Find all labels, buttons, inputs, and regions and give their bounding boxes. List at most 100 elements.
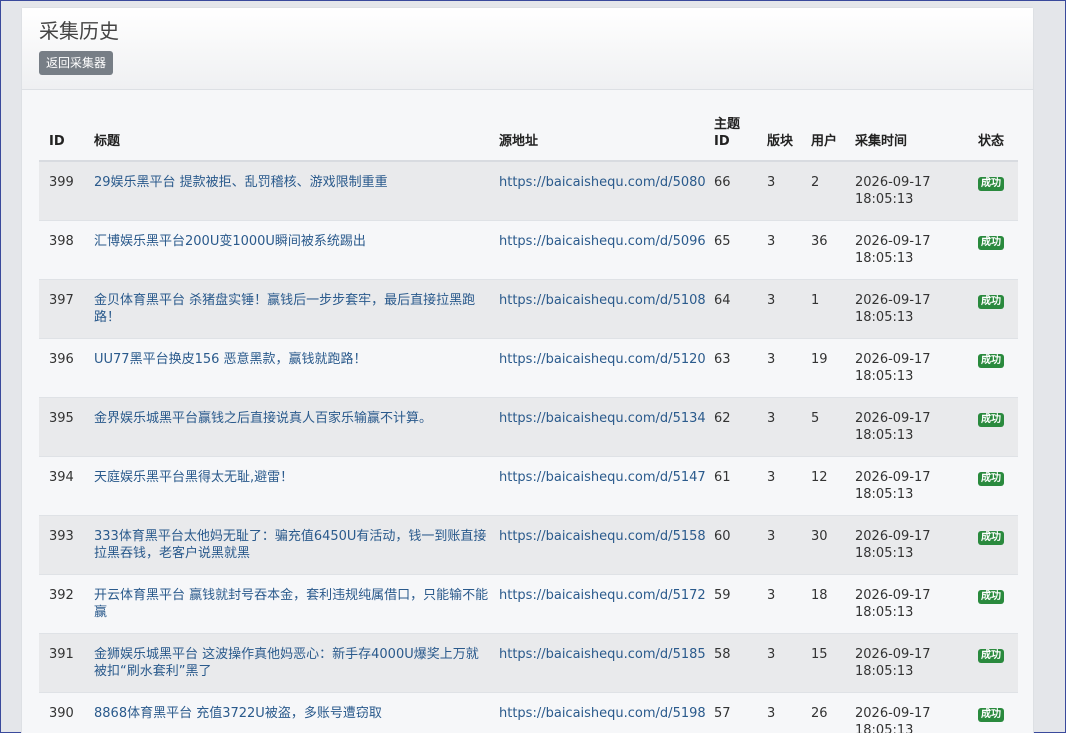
cell-user: 2 xyxy=(801,160,845,221)
cell-source-link[interactable]: https://baicaishequ.com/d/5134 xyxy=(499,411,706,426)
cell-board: 3 xyxy=(757,515,801,575)
cell-user: 1 xyxy=(801,279,845,339)
status-badge: 成功 xyxy=(978,236,1004,250)
status-badge: 成功 xyxy=(978,354,1004,368)
cell-status: 成功 xyxy=(968,160,1018,221)
cell-title-cell: 金贝体育黑平台 杀猪盘实锤！赢钱后一步步套牢，最后直接拉黑跑路！ xyxy=(84,279,489,339)
cell-source-cell: https://baicaishequ.com/d/5080 xyxy=(489,160,706,221)
table-header-row: ID 标题 源地址 主题 ID 版块 用户 采集时间 状态 xyxy=(39,116,1018,162)
cell-title-link[interactable]: 29娱乐黑平台 提款被拒、乱罚稽核、游戏限制重重 xyxy=(94,175,388,190)
cell-title-cell: 8868体育黑平台 充值3722U被盗，多账号遭窃取 xyxy=(84,692,489,733)
cell-source-cell: https://baicaishequ.com/d/5198 xyxy=(489,692,706,733)
cell-time: 2026-09-17 18:05:13 xyxy=(845,160,968,221)
back-to-collector-button[interactable]: 返回采集器 xyxy=(39,51,114,75)
cell-source-link[interactable]: https://baicaishequ.com/d/5120 xyxy=(499,352,706,367)
cell-time: 2026-09-17 18:05:13 xyxy=(845,574,968,634)
cell-title-link[interactable]: 8868体育黑平台 充值3722U被盗，多账号遭窃取 xyxy=(94,706,382,721)
cell-board: 3 xyxy=(757,220,801,280)
cell-status: 成功 xyxy=(968,338,1018,398)
cell-title-link[interactable]: 333体育黑平台太他妈无耻了：骗充值6450U有活动，钱一到账直接拉黑吞钱，老客… xyxy=(94,529,486,561)
cell-title-cell: 天庭娱乐黑平台黑得太无耻,避雷！ xyxy=(84,456,489,516)
history-table: ID 标题 源地址 主题 ID 版块 用户 采集时间 状态 399 29娱乐黑平台… xyxy=(39,116,1018,733)
window-frame: 采集历史 返回采集器 ID 标题 源地址 主题 ID 版块 用户 采集时间 状态… xyxy=(0,0,1066,733)
cell-board: 3 xyxy=(757,338,801,398)
table-row: 392 开云体育黑平台 赢钱就封号吞本金，套利违规纯属借口，只能输不能赢 https… xyxy=(39,574,1018,634)
cell-title-link[interactable]: 汇博娱乐黑平台200U变1000U瞬间被系统踢出 xyxy=(94,234,366,249)
cell-id: 395 xyxy=(39,397,84,457)
cell-source-link[interactable]: https://baicaishequ.com/d/5147 xyxy=(499,470,706,485)
cell-title-link[interactable]: UU77黑平台换皮156 恶意黑款，赢钱就跑路！ xyxy=(94,352,367,367)
cell-title-cell: 金狮娱乐城黑平台 这波操作真他妈恶心：新手存4000U爆奖上万就被扣“刷水套利”… xyxy=(84,633,489,693)
cell-source-cell: https://baicaishequ.com/d/5172 xyxy=(489,574,706,634)
cell-topic-id: 61 xyxy=(704,456,757,516)
cell-source-link[interactable]: https://baicaishequ.com/d/5108 xyxy=(499,293,706,308)
cell-board: 3 xyxy=(757,160,801,221)
cell-title-link[interactable]: 金界娱乐城黑平台赢钱之后直接说真人百家乐输赢不计算。 xyxy=(94,411,432,426)
cell-title-cell: 开云体育黑平台 赢钱就封号吞本金，套利违规纯属借口，只能输不能赢 xyxy=(84,574,489,634)
cell-source-cell: https://baicaishequ.com/d/5134 xyxy=(489,397,706,457)
cell-status: 成功 xyxy=(968,279,1018,339)
cell-source-cell: https://baicaishequ.com/d/5108 xyxy=(489,279,706,339)
cell-status: 成功 xyxy=(968,692,1018,733)
cell-id: 392 xyxy=(39,574,84,634)
header-title[interactable]: 标题 xyxy=(84,116,489,162)
cell-user: 5 xyxy=(801,397,845,457)
status-badge: 成功 xyxy=(978,708,1004,722)
cell-title-cell: UU77黑平台换皮156 恶意黑款，赢钱就跑路！ xyxy=(84,338,489,398)
cell-user: 19 xyxy=(801,338,845,398)
panel-header: 采集历史 返回采集器 xyxy=(22,8,1033,90)
cell-topic-id: 57 xyxy=(704,692,757,733)
table-row: 397 金贝体育黑平台 杀猪盘实锤！赢钱后一步步套牢，最后直接拉黑跑路！ https… xyxy=(39,279,1018,339)
cell-topic-id: 60 xyxy=(704,515,757,575)
cell-board: 3 xyxy=(757,279,801,339)
cell-time: 2026-09-17 18:05:13 xyxy=(845,279,968,339)
status-badge: 成功 xyxy=(978,413,1004,427)
table-row: 396 UU77黑平台换皮156 恶意黑款，赢钱就跑路！ https://baica… xyxy=(39,338,1018,398)
history-panel: 采集历史 返回采集器 ID 标题 源地址 主题 ID 版块 用户 采集时间 状态… xyxy=(21,7,1034,733)
cell-user: 36 xyxy=(801,220,845,280)
header-user[interactable]: 用户 xyxy=(801,116,845,162)
cell-source-link[interactable]: https://baicaishequ.com/d/5158 xyxy=(499,529,706,544)
header-topic-id[interactable]: 主题 ID xyxy=(704,116,757,162)
cell-title-link[interactable]: 开云体育黑平台 赢钱就封号吞本金，套利违规纯属借口，只能输不能赢 xyxy=(94,588,488,620)
cell-source-cell: https://baicaishequ.com/d/5147 xyxy=(489,456,706,516)
header-board[interactable]: 版块 xyxy=(757,116,801,162)
cell-source-link[interactable]: https://baicaishequ.com/d/5185 xyxy=(499,647,706,662)
cell-id: 391 xyxy=(39,633,84,693)
cell-title-cell: 金界娱乐城黑平台赢钱之后直接说真人百家乐输赢不计算。 xyxy=(84,397,489,457)
header-source[interactable]: 源地址 xyxy=(489,116,704,162)
status-badge: 成功 xyxy=(978,472,1004,486)
cell-id: 397 xyxy=(39,279,84,339)
header-status[interactable]: 状态 xyxy=(968,116,1018,162)
cell-title-link[interactable]: 金贝体育黑平台 杀猪盘实锤！赢钱后一步步套牢，最后直接拉黑跑路！ xyxy=(94,293,475,325)
header-id[interactable]: ID xyxy=(39,116,84,162)
cell-topic-id: 59 xyxy=(704,574,757,634)
cell-board: 3 xyxy=(757,574,801,634)
cell-time: 2026-09-17 18:05:13 xyxy=(845,456,968,516)
cell-topic-id: 58 xyxy=(704,633,757,693)
table-row: 393 333体育黑平台太他妈无耻了：骗充值6450U有活动，钱一到账直接拉黑吞钱… xyxy=(39,515,1018,575)
page-title: 采集历史 xyxy=(39,19,119,43)
cell-source-link[interactable]: https://baicaishequ.com/d/5080 xyxy=(499,175,706,190)
cell-title-cell: 333体育黑平台太他妈无耻了：骗充值6450U有活动，钱一到账直接拉黑吞钱，老客… xyxy=(84,515,489,575)
cell-title-link[interactable]: 天庭娱乐黑平台黑得太无耻,避雷！ xyxy=(94,470,293,485)
cell-topic-id: 63 xyxy=(704,338,757,398)
cell-status: 成功 xyxy=(968,220,1018,280)
status-badge: 成功 xyxy=(978,531,1004,545)
cell-status: 成功 xyxy=(968,515,1018,575)
cell-source-link[interactable]: https://baicaishequ.com/d/5198 xyxy=(499,706,706,721)
cell-source-link[interactable]: https://baicaishequ.com/d/5172 xyxy=(499,588,706,603)
cell-id: 390 xyxy=(39,692,84,733)
status-badge: 成功 xyxy=(978,649,1004,663)
cell-source-link[interactable]: https://baicaishequ.com/d/5096 xyxy=(499,234,706,249)
cell-id: 396 xyxy=(39,338,84,398)
cell-source-cell: https://baicaishequ.com/d/5158 xyxy=(489,515,706,575)
header-time[interactable]: 采集时间 xyxy=(845,116,968,162)
history-table-container: ID 标题 源地址 主题 ID 版块 用户 采集时间 状态 399 29娱乐黑平台… xyxy=(39,116,1018,733)
table-row: 395 金界娱乐城黑平台赢钱之后直接说真人百家乐输赢不计算。 https://bai… xyxy=(39,397,1018,457)
cell-title-link[interactable]: 金狮娱乐城黑平台 这波操作真他妈恶心：新手存4000U爆奖上万就被扣“刷水套利”… xyxy=(94,647,479,679)
cell-time: 2026-09-17 18:05:13 xyxy=(845,515,968,575)
table-row: 399 29娱乐黑平台 提款被拒、乱罚稽核、游戏限制重重 https://baica… xyxy=(39,160,1018,221)
cell-board: 3 xyxy=(757,633,801,693)
cell-board: 3 xyxy=(757,397,801,457)
